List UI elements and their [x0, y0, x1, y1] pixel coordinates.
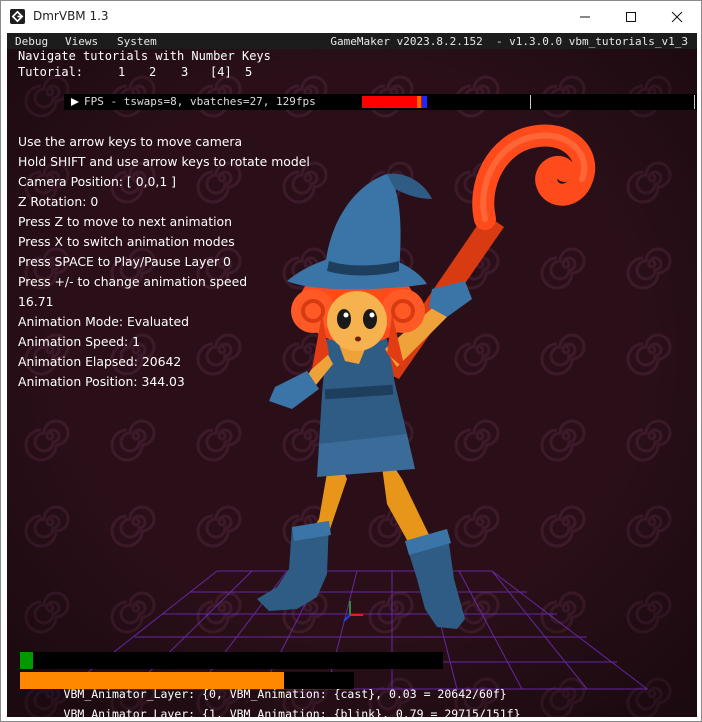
- layer-0-progress-fill: [20, 652, 33, 669]
- info-line: Camera Position: [ 0,0,1 ]: [18, 174, 176, 189]
- expand-triangle-icon[interactable]: [70, 97, 80, 107]
- fps-meter-mark-1: [530, 95, 531, 109]
- fps-bar[interactable]: FPS - tswaps=8, vbatches=27, 129fps: [64, 94, 697, 110]
- info-line: Animation Mode: Evaluated: [18, 314, 189, 329]
- menu-views[interactable]: Views: [65, 35, 98, 48]
- layer-1-text: VBM_Animator_Layer: {1, VBM_Animation: {…: [63, 707, 521, 717]
- app-window: DmrVBM 1.3 Debug Views System GameMaker …: [0, 0, 702, 722]
- info-line: Press Z to move to next animation: [18, 214, 232, 229]
- info-line: Animation Elapsed: 20642: [18, 354, 182, 369]
- navigate-hint: Navigate tutorials with Number Keys: [18, 49, 271, 63]
- tutorial-5[interactable]: 5: [245, 65, 252, 79]
- animator-layer-0: VBM_Animator_Layer: {0, VBM_Animation: {…: [20, 652, 507, 701]
- close-icon: [671, 11, 683, 22]
- animator-layer-1: VBM_Animator_Layer: {1, VBM_Animation: {…: [20, 672, 521, 717]
- minimize-button[interactable]: [562, 1, 608, 32]
- minimize-icon: [580, 16, 590, 17]
- menu-system[interactable]: System: [117, 35, 157, 48]
- tutorial-1[interactable]: 1: [118, 65, 125, 79]
- window-title: DmrVBM 1.3: [33, 9, 109, 23]
- tutorial-label: Tutorial:: [18, 65, 84, 79]
- tutorial-2[interactable]: 2: [149, 65, 156, 79]
- tutorial-4-active[interactable]: [4]: [210, 65, 232, 79]
- gamemaker-version-text: GameMaker v2023.8.2.152 - v1.3.0.0 vbm_t…: [330, 35, 688, 48]
- title-bar[interactable]: DmrVBM 1.3: [1, 1, 701, 32]
- info-line: Animation Speed: 1: [18, 334, 140, 349]
- game-viewport[interactable]: Navigate tutorials with Number Keys Tuto…: [7, 49, 697, 717]
- maximize-icon: [626, 11, 636, 22]
- info-line: Press +/- to change animation speed: [18, 274, 248, 289]
- fps-meter-mark-2: [694, 95, 695, 109]
- info-line: Hold SHIFT and use arrow keys to rotate …: [18, 154, 310, 169]
- fps-meter-orange: [417, 96, 421, 108]
- layer-1-progress-fill: [20, 672, 284, 689]
- close-button[interactable]: [654, 1, 700, 32]
- debug-menubar: Debug Views System GameMaker v2023.8.2.1…: [7, 33, 697, 49]
- info-line: Press SPACE to Play/Pause Layer 0: [18, 254, 231, 269]
- fps-text: FPS - tswaps=8, vbatches=27, 129fps: [84, 95, 316, 108]
- info-line: Z Rotation: 0: [18, 194, 99, 209]
- info-line: Press X to switch animation modes: [18, 234, 235, 249]
- maximize-button[interactable]: [608, 1, 654, 32]
- info-line: Animation Position: 344.03: [18, 374, 185, 389]
- menu-debug[interactable]: Debug: [15, 35, 48, 48]
- info-line: Use the arrow keys to move camera: [18, 134, 243, 149]
- fps-meter-blue: [422, 96, 427, 108]
- gamemaker-logo-icon: [10, 9, 25, 24]
- info-panel: Use the arrow keys to move camera Hold S…: [18, 132, 310, 392]
- info-line: 16.71: [18, 294, 54, 309]
- layer-0-text: VBM_Animator_Layer: {0, VBM_Animation: {…: [63, 687, 507, 701]
- tutorial-3[interactable]: 3: [181, 65, 188, 79]
